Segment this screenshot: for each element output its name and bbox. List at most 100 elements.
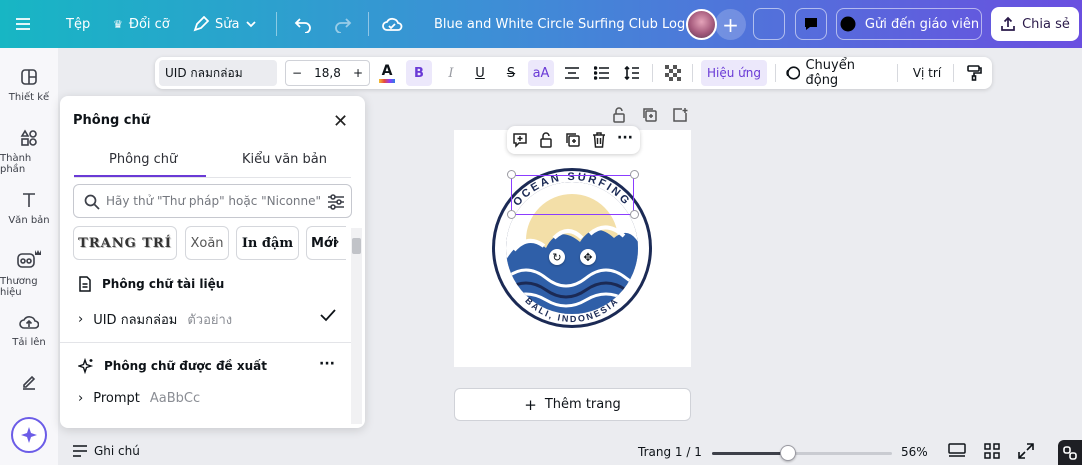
surfing-club-logo[interactable]: OCEAN SURFING BALI, INDONESIA xyxy=(454,130,691,367)
zoom-slider[interactable] xyxy=(712,445,892,461)
bold-button[interactable]: B xyxy=(406,60,432,86)
lock-icon[interactable] xyxy=(612,107,626,123)
comments-button[interactable] xyxy=(795,8,827,40)
notes-button[interactable]: Ghi chú xyxy=(72,444,140,458)
duplicate-page-icon[interactable] xyxy=(642,107,658,123)
file-menu[interactable]: Tệp xyxy=(66,0,90,48)
rail-item-text[interactable]: Văn bản xyxy=(0,191,58,226)
rail-item-uploads[interactable]: Tải lên xyxy=(0,313,58,348)
rail-item-draw[interactable] xyxy=(0,373,58,391)
copy-style-button[interactable] xyxy=(963,57,985,89)
lock-icon[interactable] xyxy=(539,132,553,148)
scrollbar[interactable] xyxy=(351,228,362,424)
tab-fonts[interactable]: Phông chữ xyxy=(109,152,177,167)
font-size-value[interactable]: 18,8 xyxy=(314,66,341,80)
document-fonts-title: Phông chữ tài liệu xyxy=(102,277,225,291)
rail-item-elements[interactable]: Thành phần xyxy=(0,129,58,175)
font-size-stepper[interactable]: − 18,8 + xyxy=(285,60,370,86)
edit-menu[interactable]: Sửa xyxy=(193,0,257,48)
color-bar xyxy=(379,78,395,83)
redo-icon xyxy=(335,18,352,33)
design-page[interactable]: OCEAN SURFING BALI, INDONESIA xyxy=(454,130,691,367)
filter-chip-bold[interactable]: In đậm xyxy=(236,226,299,260)
thumbnail-view-button[interactable] xyxy=(984,443,1000,462)
grid-icon xyxy=(984,443,1000,459)
transparency-button[interactable] xyxy=(662,57,684,89)
rotate-handle[interactable]: ↻ xyxy=(549,249,565,265)
fullscreen-button[interactable] xyxy=(1018,443,1034,462)
magic-assistant-button[interactable] xyxy=(11,417,47,453)
grid-view-button[interactable] xyxy=(948,443,966,462)
zoom-value[interactable]: 56% xyxy=(901,445,928,459)
font-item-document[interactable]: › UID กลมกล่อม ตัวอย่าง xyxy=(78,309,232,330)
more-options-icon[interactable]: ··· xyxy=(319,356,335,372)
page-indicator[interactable]: Trang 1 / 1 xyxy=(638,445,702,459)
brand-icon xyxy=(17,250,41,268)
tab-divider xyxy=(74,177,351,178)
selection-box[interactable] xyxy=(511,175,634,215)
close-button[interactable]: ✕ xyxy=(333,111,348,132)
effects-button[interactable]: Hiệu ứng xyxy=(701,60,767,86)
zoom-slider-knob[interactable] xyxy=(779,445,796,461)
add-page-button[interactable]: + Thêm trang xyxy=(454,388,691,421)
resize-handle[interactable] xyxy=(507,210,516,219)
search-placeholder: Hãy thử "Thư pháp" hoặc "Niconne" xyxy=(106,194,322,208)
undo-button[interactable] xyxy=(294,0,312,48)
filter-chip-new[interactable]: Mới xyxy=(306,226,346,260)
position-button[interactable]: Vị trí xyxy=(907,57,947,89)
increase-size-button[interactable]: + xyxy=(353,66,363,80)
list-button[interactable] xyxy=(591,57,613,89)
scrollbar-thumb[interactable] xyxy=(352,238,361,254)
chevron-right-icon[interactable]: › xyxy=(78,312,83,327)
add-collaborator-button[interactable]: + xyxy=(715,9,746,40)
duplicate-icon[interactable] xyxy=(565,132,581,148)
strikethrough-button[interactable]: S xyxy=(499,57,523,89)
tab-text-styles[interactable]: Kiểu văn bản xyxy=(242,152,327,167)
font-family-dropdown[interactable]: UID กลมกล่อม xyxy=(159,60,277,86)
resize-handle[interactable] xyxy=(630,210,639,219)
avatar[interactable] xyxy=(686,9,717,40)
cloud-save-status[interactable] xyxy=(381,0,403,48)
divider xyxy=(368,12,369,36)
comment-add-icon[interactable] xyxy=(512,132,528,148)
animate-button[interactable]: Chuyển động xyxy=(785,57,889,89)
underline-button[interactable]: U xyxy=(468,57,492,89)
font-search-input[interactable]: Hãy thử "Thư pháp" hoặc "Niconne" xyxy=(73,184,352,218)
upload-icon xyxy=(19,316,39,329)
menu-button[interactable] xyxy=(14,0,32,48)
decrease-size-button[interactable]: − xyxy=(292,66,302,80)
add-page-icon[interactable] xyxy=(672,107,688,123)
resize-handle[interactable] xyxy=(630,170,639,179)
filter-icon[interactable] xyxy=(327,194,345,210)
move-handle[interactable]: ✥ xyxy=(580,249,596,265)
spacing-button[interactable] xyxy=(621,57,643,89)
text-color-button[interactable]: A xyxy=(375,57,399,89)
line-spacing-icon xyxy=(624,65,639,81)
rail-item-brand[interactable]: Thương hiệu xyxy=(0,248,58,298)
notes-icon xyxy=(73,445,87,457)
rail-item-design[interactable]: Thiết kế xyxy=(0,68,58,103)
insights-button[interactable] xyxy=(753,8,785,40)
suggested-fonts-title: Phông chữ được đề xuất xyxy=(104,359,267,373)
chevron-right-icon[interactable]: › xyxy=(78,391,83,406)
filter-chip-decorative[interactable]: TRANG TRÍ xyxy=(73,226,177,260)
align-center-icon xyxy=(565,67,579,79)
resize-handle[interactable] xyxy=(507,170,516,179)
filter-chip-curly[interactable]: Xoăn xyxy=(185,226,229,260)
document-title[interactable]: Blue and White Circle Surfing Club Logo xyxy=(434,0,693,48)
letter-case-button[interactable]: aA xyxy=(528,60,554,86)
search-icon xyxy=(84,194,100,210)
share-button[interactable]: Chia sẻ xyxy=(991,7,1079,41)
help-button[interactable] xyxy=(1058,440,1082,465)
chevron-right-icon[interactable]: › xyxy=(334,234,340,250)
resize-button[interactable]: ♛ Đổi cỡ xyxy=(113,0,170,48)
top-bar: Tệp ♛ Đổi cỡ Sửa Blue and White Circle S… xyxy=(0,0,1082,48)
trash-icon[interactable] xyxy=(592,132,606,148)
font-item-prompt[interactable]: › Prompt AaBbCc xyxy=(78,391,200,406)
italic-button[interactable]: I xyxy=(439,57,463,89)
bar-chart-icon xyxy=(761,18,777,31)
align-button[interactable] xyxy=(561,57,583,89)
send-to-teacher-button[interactable]: Gửi đến giáo viên xyxy=(836,8,982,40)
redo-button[interactable] xyxy=(334,0,352,48)
more-options-icon[interactable]: ··· xyxy=(617,130,633,146)
